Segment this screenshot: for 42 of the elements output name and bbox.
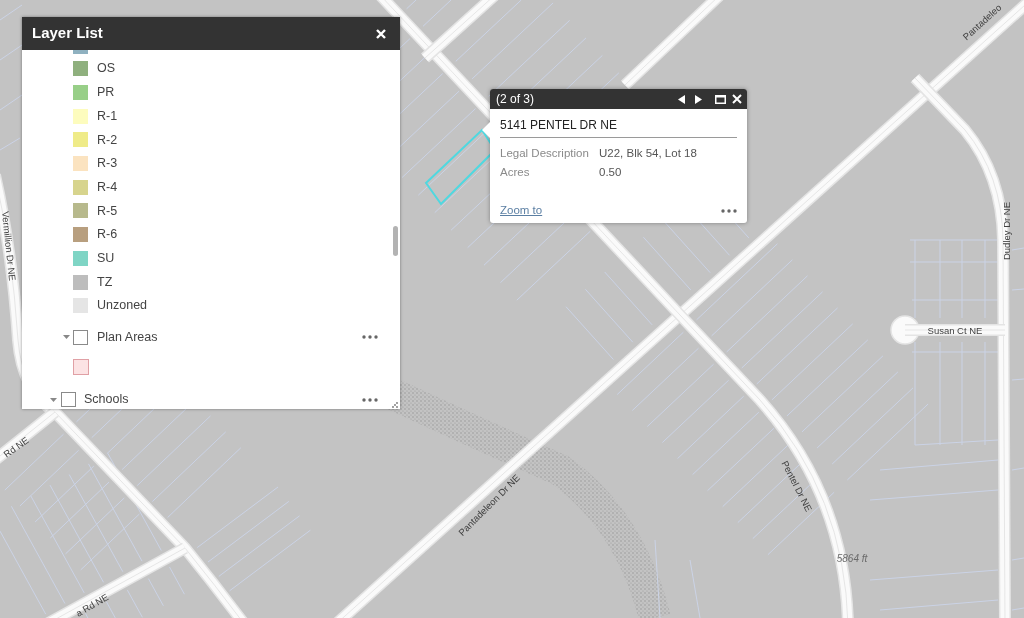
layer-name[interactable]: Schools — [84, 390, 362, 409]
legend-label: R-6 — [97, 226, 118, 244]
caret-right-icon[interactable] — [695, 94, 702, 104]
resize-grip-icon[interactable] — [392, 401, 398, 408]
elevation-label: 5864 ft — [836, 552, 868, 564]
maximize-icon[interactable] — [715, 94, 726, 104]
legend-label: Unzoned — [97, 297, 148, 315]
legend-label: TZ — [97, 273, 113, 291]
ellipsis-icon[interactable] — [362, 335, 378, 340]
field-value: U22, Blk 54, Lot 18 — [599, 145, 697, 161]
street-label: a Rd NE — [73, 591, 111, 618]
close-icon[interactable] — [732, 94, 742, 104]
caret-down-icon[interactable] — [50, 397, 57, 402]
legend-label: R-3 — [97, 155, 118, 173]
zoom-to-link[interactable]: Zoom to — [500, 202, 543, 220]
legend-label: R-5 — [97, 202, 118, 220]
ellipsis-icon[interactable] — [362, 397, 378, 402]
street-label: Dudley Dr NE — [1000, 201, 1012, 261]
popup-title: 5141 PENTEL DR NE — [500, 117, 618, 133]
field-label: Legal Description — [500, 145, 590, 161]
layer-checkbox[interactable] — [73, 329, 88, 345]
ellipsis-icon[interactable] — [721, 209, 737, 213]
scrollbar-thumb[interactable] — [393, 226, 398, 256]
legend-label: OS — [97, 60, 116, 78]
street-label: Rd NE — [1, 434, 31, 460]
legend-label: R-1 — [97, 107, 118, 125]
layer-checkbox[interactable] — [61, 392, 76, 408]
close-icon — [376, 28, 386, 39]
legend-label: PR — [97, 84, 115, 102]
street-label: Susan Ct NE — [927, 324, 983, 336]
street-label: Vermillion Dr NE — [0, 210, 19, 282]
close-button[interactable] — [375, 27, 387, 40]
caret-left-icon[interactable] — [678, 94, 685, 104]
layer-name[interactable]: Plan Areas — [97, 327, 362, 347]
legend-label: R-4 — [97, 178, 118, 196]
legend-label: SU — [97, 249, 115, 267]
popup-counter: (2 of 3) — [496, 91, 534, 108]
caret-down-icon[interactable] — [63, 335, 70, 340]
field-label: Acres — [500, 164, 531, 180]
legend-label: R-2 — [97, 131, 118, 149]
field-value: 0.50 — [599, 164, 622, 180]
panel-title: Layer List — [32, 23, 103, 44]
